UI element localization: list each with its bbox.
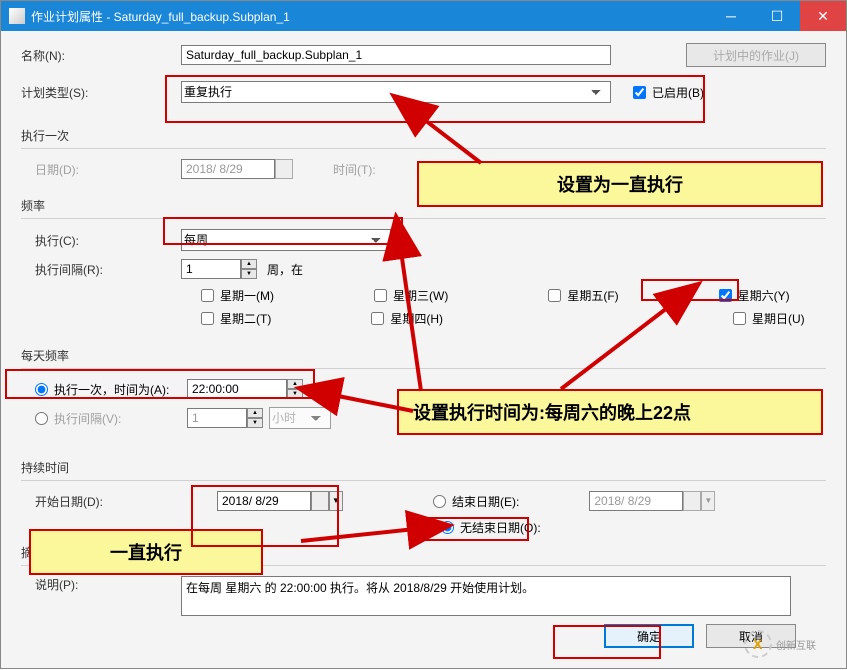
duration-section-title: 持续时间: [21, 459, 826, 476]
enabled-check-input[interactable]: [633, 86, 646, 99]
minimize-button[interactable]: ─: [708, 1, 754, 31]
recur-unit-label: 周，在: [267, 261, 303, 278]
dropdown-icon[interactable]: ▼: [329, 491, 343, 511]
schedule-type-select[interactable]: 重复执行: [181, 81, 611, 103]
spin-up-icon: ▲: [247, 408, 263, 418]
desc-label: 说明(P):: [21, 576, 181, 593]
daily-section-title: 每天频率: [21, 347, 826, 364]
onetime-date-input: [181, 159, 275, 179]
end-date-input: [589, 491, 683, 511]
desc-textarea[interactable]: 在每周 星期六 的 22:00:00 执行。将从 2018/8/29 开始使用计…: [181, 576, 791, 616]
day-thu-checkbox[interactable]: 星期四(H): [371, 310, 443, 327]
day-wed-checkbox[interactable]: 星期三(W): [374, 287, 448, 304]
recur-label: 执行间隔(R):: [21, 261, 181, 278]
enabled-label: 已启用(B): [652, 84, 704, 101]
onetime-time-label: 时间(T):: [333, 161, 413, 178]
name-input[interactable]: [181, 45, 611, 65]
jobs-in-schedule-button[interactable]: 计划中的作业(J): [686, 43, 826, 67]
spin-up-icon[interactable]: ▲: [241, 259, 257, 269]
callout-always: 设置为一直执行: [417, 161, 823, 207]
start-date-input[interactable]: [217, 491, 311, 511]
titlebar: 作业计划属性 - Saturday_full_backup.Subplan_1 …: [1, 1, 846, 31]
occurs-label: 执行(C):: [21, 232, 181, 249]
onetime-section-title: 执行一次: [21, 127, 826, 144]
spin-down-icon[interactable]: ▼: [241, 269, 257, 279]
occurs-every-spinner: ▲▼: [187, 408, 263, 428]
recur-every-spinner[interactable]: ▲▼: [181, 259, 257, 279]
onetime-date-label: 日期(D):: [21, 161, 181, 178]
occurs-once-time-spinner[interactable]: ▲▼: [187, 379, 303, 399]
end-date-radio[interactable]: 结束日期(E):: [433, 493, 519, 510]
occurs-every-radio[interactable]: 执行间隔(V):: [21, 410, 187, 427]
spin-up-icon[interactable]: ▲: [287, 379, 303, 389]
calendar-icon: [275, 159, 293, 179]
recur-every-input[interactable]: [181, 259, 241, 279]
name-label: 名称(N):: [21, 47, 181, 64]
calendar-icon[interactable]: [311, 491, 329, 511]
callout-time: 设置执行时间为:每周六的晚上22点: [397, 389, 823, 435]
window-title: 作业计划属性 - Saturday_full_backup.Subplan_1: [31, 8, 708, 25]
dialog-content: 名称(N): 计划中的作业(J) 计划类型(S): 重复执行 已启用(B) 执行…: [1, 31, 846, 668]
day-sat-checkbox[interactable]: 星期六(Y): [719, 287, 790, 304]
occurs-every-unit-select: 小时: [269, 407, 331, 429]
spin-down-icon[interactable]: ▼: [287, 389, 303, 399]
callout-noend: 一直执行: [29, 529, 263, 575]
day-sun-checkbox[interactable]: 星期日(U): [733, 310, 805, 327]
schedule-type-label: 计划类型(S):: [21, 84, 181, 101]
watermark: 创新互联: [720, 626, 840, 662]
dropdown-icon: ▼: [701, 491, 715, 511]
maximize-button[interactable]: ☐: [754, 1, 800, 31]
start-date-label: 开始日期(D):: [21, 493, 217, 510]
day-tue-checkbox[interactable]: 星期二(T): [201, 310, 271, 327]
no-end-date-radio[interactable]: 无结束日期(O):: [441, 519, 541, 536]
occurs-select[interactable]: 每周: [181, 229, 391, 251]
spin-down-icon: ▼: [247, 418, 263, 428]
day-mon-checkbox[interactable]: 星期一(M): [201, 287, 274, 304]
app-icon: [9, 8, 25, 24]
day-fri-checkbox[interactable]: 星期五(F): [548, 287, 618, 304]
occurs-once-time-input[interactable]: [187, 379, 287, 399]
occurs-once-radio[interactable]: 执行一次，时间为(A):: [21, 381, 187, 398]
occurs-every-input: [187, 408, 247, 428]
enabled-checkbox[interactable]: 已启用(B): [633, 84, 704, 101]
ok-button[interactable]: 确定: [604, 624, 694, 648]
close-button[interactable]: ✕: [800, 1, 846, 31]
calendar-icon: [683, 491, 701, 511]
